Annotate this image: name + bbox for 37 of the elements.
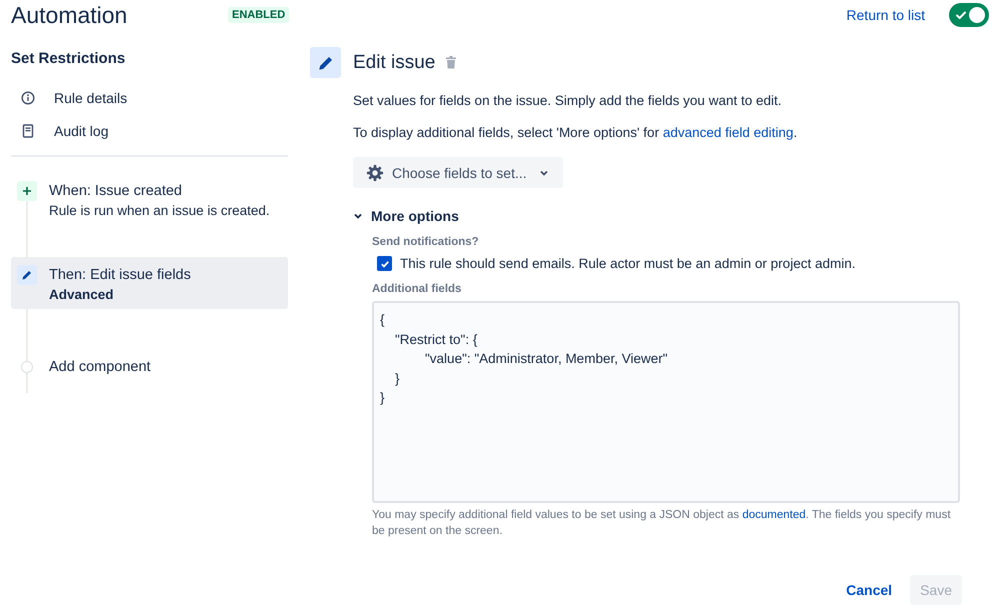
step-description: Rule is run when an issue is created. (49, 203, 270, 218)
documented-link[interactable]: documented (742, 509, 806, 521)
status-badge: ENABLED (228, 7, 290, 23)
sidebar-link[interactable]: Rule details (54, 90, 128, 106)
rule-step[interactable]: Add component (11, 353, 288, 381)
check-icon (955, 9, 967, 21)
cancel-button[interactable]: Cancel (836, 575, 902, 605)
checkbox-label: This rule should send emails. Rule actor must be an admin or project admin. (400, 256, 856, 271)
editor-title: Edit issue (353, 52, 436, 74)
checkbox[interactable] (377, 256, 392, 271)
choose-fields-button[interactable]: Choose fields to set... (353, 157, 563, 188)
return-to-list-link[interactable]: Return to list (846, 7, 925, 23)
more-options-toggle[interactable]: More options (353, 208, 988, 224)
field-label: Additional fields (372, 283, 462, 295)
step-title: Add component (49, 358, 151, 377)
rule-step[interactable]: Then: Edit issue fields Advanced (11, 257, 288, 309)
hint-text: To display additional fields, select 'More options' for advanced field editing. (353, 124, 798, 142)
additional-fields-input[interactable]: { "Restrict to": { "value": "Administrator, Member, Viewer" } } (372, 301, 960, 503)
advanced-field-editing-link[interactable]: advanced field editing (662, 125, 794, 140)
plus-icon (17, 181, 37, 201)
chevron-icon (353, 211, 363, 221)
check-icon (380, 258, 390, 268)
section-heading: Set Restrictions (11, 50, 126, 67)
pencil-icon (310, 47, 341, 78)
step-title: Then: Edit issue fields (49, 266, 191, 285)
step-description: Advanced (49, 287, 115, 302)
rule-step[interactable]: When: Issue created Rule is run when an issue is created. (11, 177, 288, 257)
document-icon (21, 124, 35, 138)
field-label: Send notifications? (372, 236, 480, 248)
info-icon (21, 90, 35, 104)
page-title: Automation (11, 2, 128, 28)
sidebar-link[interactable]: Audit log (54, 122, 108, 138)
intro-text: Set values for fields on the issue. Simply add the fields you want to edit. (353, 92, 782, 110)
step-title: When: Issue created (49, 182, 183, 201)
enabled-toggle[interactable] (949, 3, 989, 27)
help-text: You may specify additional field values to be set using a JSON object as documented. The fields you specify must be present on the screen. (372, 508, 952, 539)
pencil-icon (17, 265, 37, 285)
